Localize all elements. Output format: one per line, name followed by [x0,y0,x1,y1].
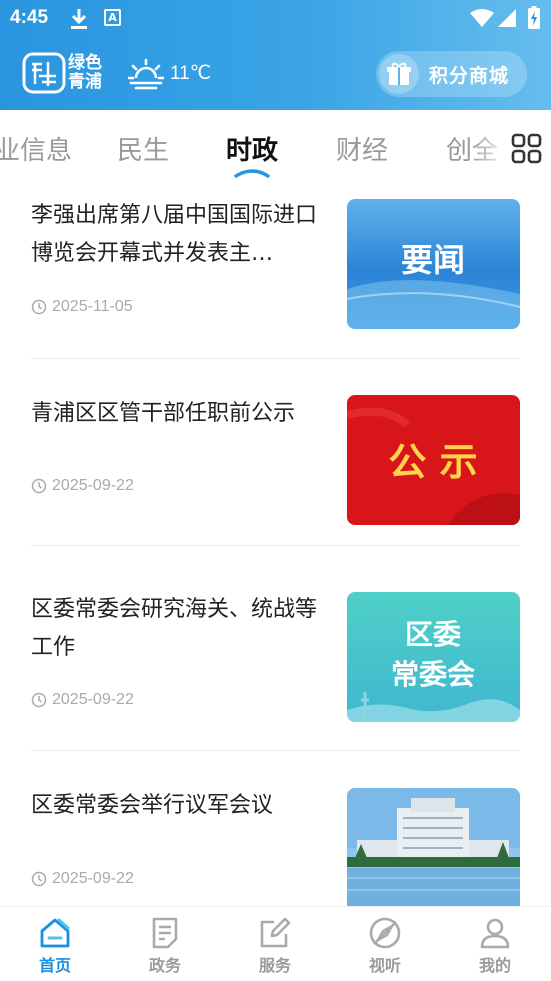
news-item[interactable]: 区委常委会举行议军会议 2025-09-22 [0,751,551,906]
news-item[interactable]: 青浦区区管干部任职前公示 2025-09-22 公 示 [0,359,551,545]
news-date: 2025-11-05 [31,298,133,316]
points-mall-label: 积分商城 [429,64,510,87]
keyboard-a-icon: A [104,9,121,26]
thumbnail-label-line1: 区委 [405,618,461,651]
thumbnail-label-line2: 常委会 [391,658,475,691]
bottom-navigation: 首页 政务 服务 视听 我的 [0,906,551,981]
clock-icon [31,692,47,708]
news-date: 2025-09-22 [31,870,134,888]
weather-sunrise-icon [128,58,164,90]
active-tab-indicator [234,169,270,178]
status-bar: 4:45 A [0,0,551,38]
news-title: 李强出席第八届中国国际进口博览会开幕式并发表主… [31,203,318,266]
news-list: 李强出席第八届中国国际进口博览会开幕式并发表主… 2025-11-05 要闻 青… [0,182,551,906]
wifi-icon [470,9,494,27]
news-title: 区委常委会研究海关、统战等工作 [31,597,318,660]
nav-services-label: 服务 [258,956,291,975]
channel-tabs: 业信息 民生 时政 财经 创全 [0,110,551,182]
compass-icon [369,917,401,949]
tabs-fade [470,110,510,182]
news-thumbnail-image: 公 示 [347,395,520,525]
news-thumbnail-image: 区委 常委会 [347,592,520,722]
news-title: 区委常委会举行议军会议 [31,793,274,818]
mall-icon-wrap [379,54,419,94]
clock-icon [31,871,47,887]
keyboard-a-label: A [108,11,117,24]
nav-media-label: 视听 [368,956,401,975]
nav-services[interactable]: 服务 [220,907,330,981]
document-icon [152,917,178,949]
home-icon [40,918,70,948]
clock-icon [31,299,47,315]
news-date-text: 2025-09-22 [52,870,134,887]
news-item[interactable]: 区委常委会研究海关、统战等工作 2025-09-22 区委 常委会 [0,546,551,750]
news-thumbnail[interactable]: 公 示 [347,395,520,525]
nav-home-label: 首页 [38,956,71,975]
tab-industry-info[interactable]: 业信息 [0,130,72,167]
nav-government[interactable]: 政务 [110,907,220,981]
news-date: 2025-09-22 [31,477,134,495]
news-thumbnail[interactable]: 要闻 [347,199,520,329]
news-date-text: 2025-09-22 [52,691,134,708]
news-thumbnail-image [347,788,520,906]
download-icon [71,9,87,29]
nav-home[interactable]: 首页 [0,907,110,981]
thumbnail-label: 要闻 [401,241,465,279]
grid-icon[interactable] [510,132,544,166]
battery-icon [528,6,540,29]
news-date: 2025-09-22 [31,691,134,709]
nav-profile[interactable]: 我的 [440,907,550,981]
news-item[interactable]: 李强出席第八届中国国际进口博览会开幕式并发表主… 2025-11-05 要闻 [0,182,551,359]
logo-text-line2: 青浦 [68,72,102,92]
news-thumbnail-image: 要闻 [347,199,520,329]
news-date-text: 2025-09-22 [52,477,134,494]
signal-icon [498,9,516,27]
nav-media[interactable]: 视听 [330,907,440,981]
gift-icon [387,62,411,85]
points-mall-button[interactable]: 积分商城 [376,51,527,97]
logo-mark-icon [22,52,66,94]
nav-government-label: 政务 [148,956,181,975]
news-date-text: 2025-11-05 [52,298,133,315]
app-logo[interactable]: 绿色 青浦 [22,52,110,96]
clock-icon [31,478,47,494]
news-thumbnail[interactable] [347,788,520,906]
news-thumbnail[interactable]: 区委 常委会 [347,592,520,722]
tab-politics[interactable]: 时政 [226,130,278,167]
logo-text-line1: 绿色 [68,53,102,73]
news-title: 青浦区区管干部任职前公示 [31,401,296,426]
edit-icon [260,917,291,948]
tab-livelihood[interactable]: 民生 [117,130,169,167]
thumbnail-label: 公 示 [388,439,477,484]
app-bar: 绿色 青浦 11℃ 积分商城 [0,38,551,110]
app-header: 4:45 A 绿色 青浦 11℃ 积分商城 [0,0,551,110]
weather-temperature: 11℃ [170,63,212,84]
logo-text: 绿色 青浦 [68,54,112,92]
status-time: 4:45 [10,7,49,28]
nav-profile-label: 我的 [478,956,511,975]
user-icon [480,918,510,949]
tab-finance[interactable]: 财经 [336,130,388,167]
